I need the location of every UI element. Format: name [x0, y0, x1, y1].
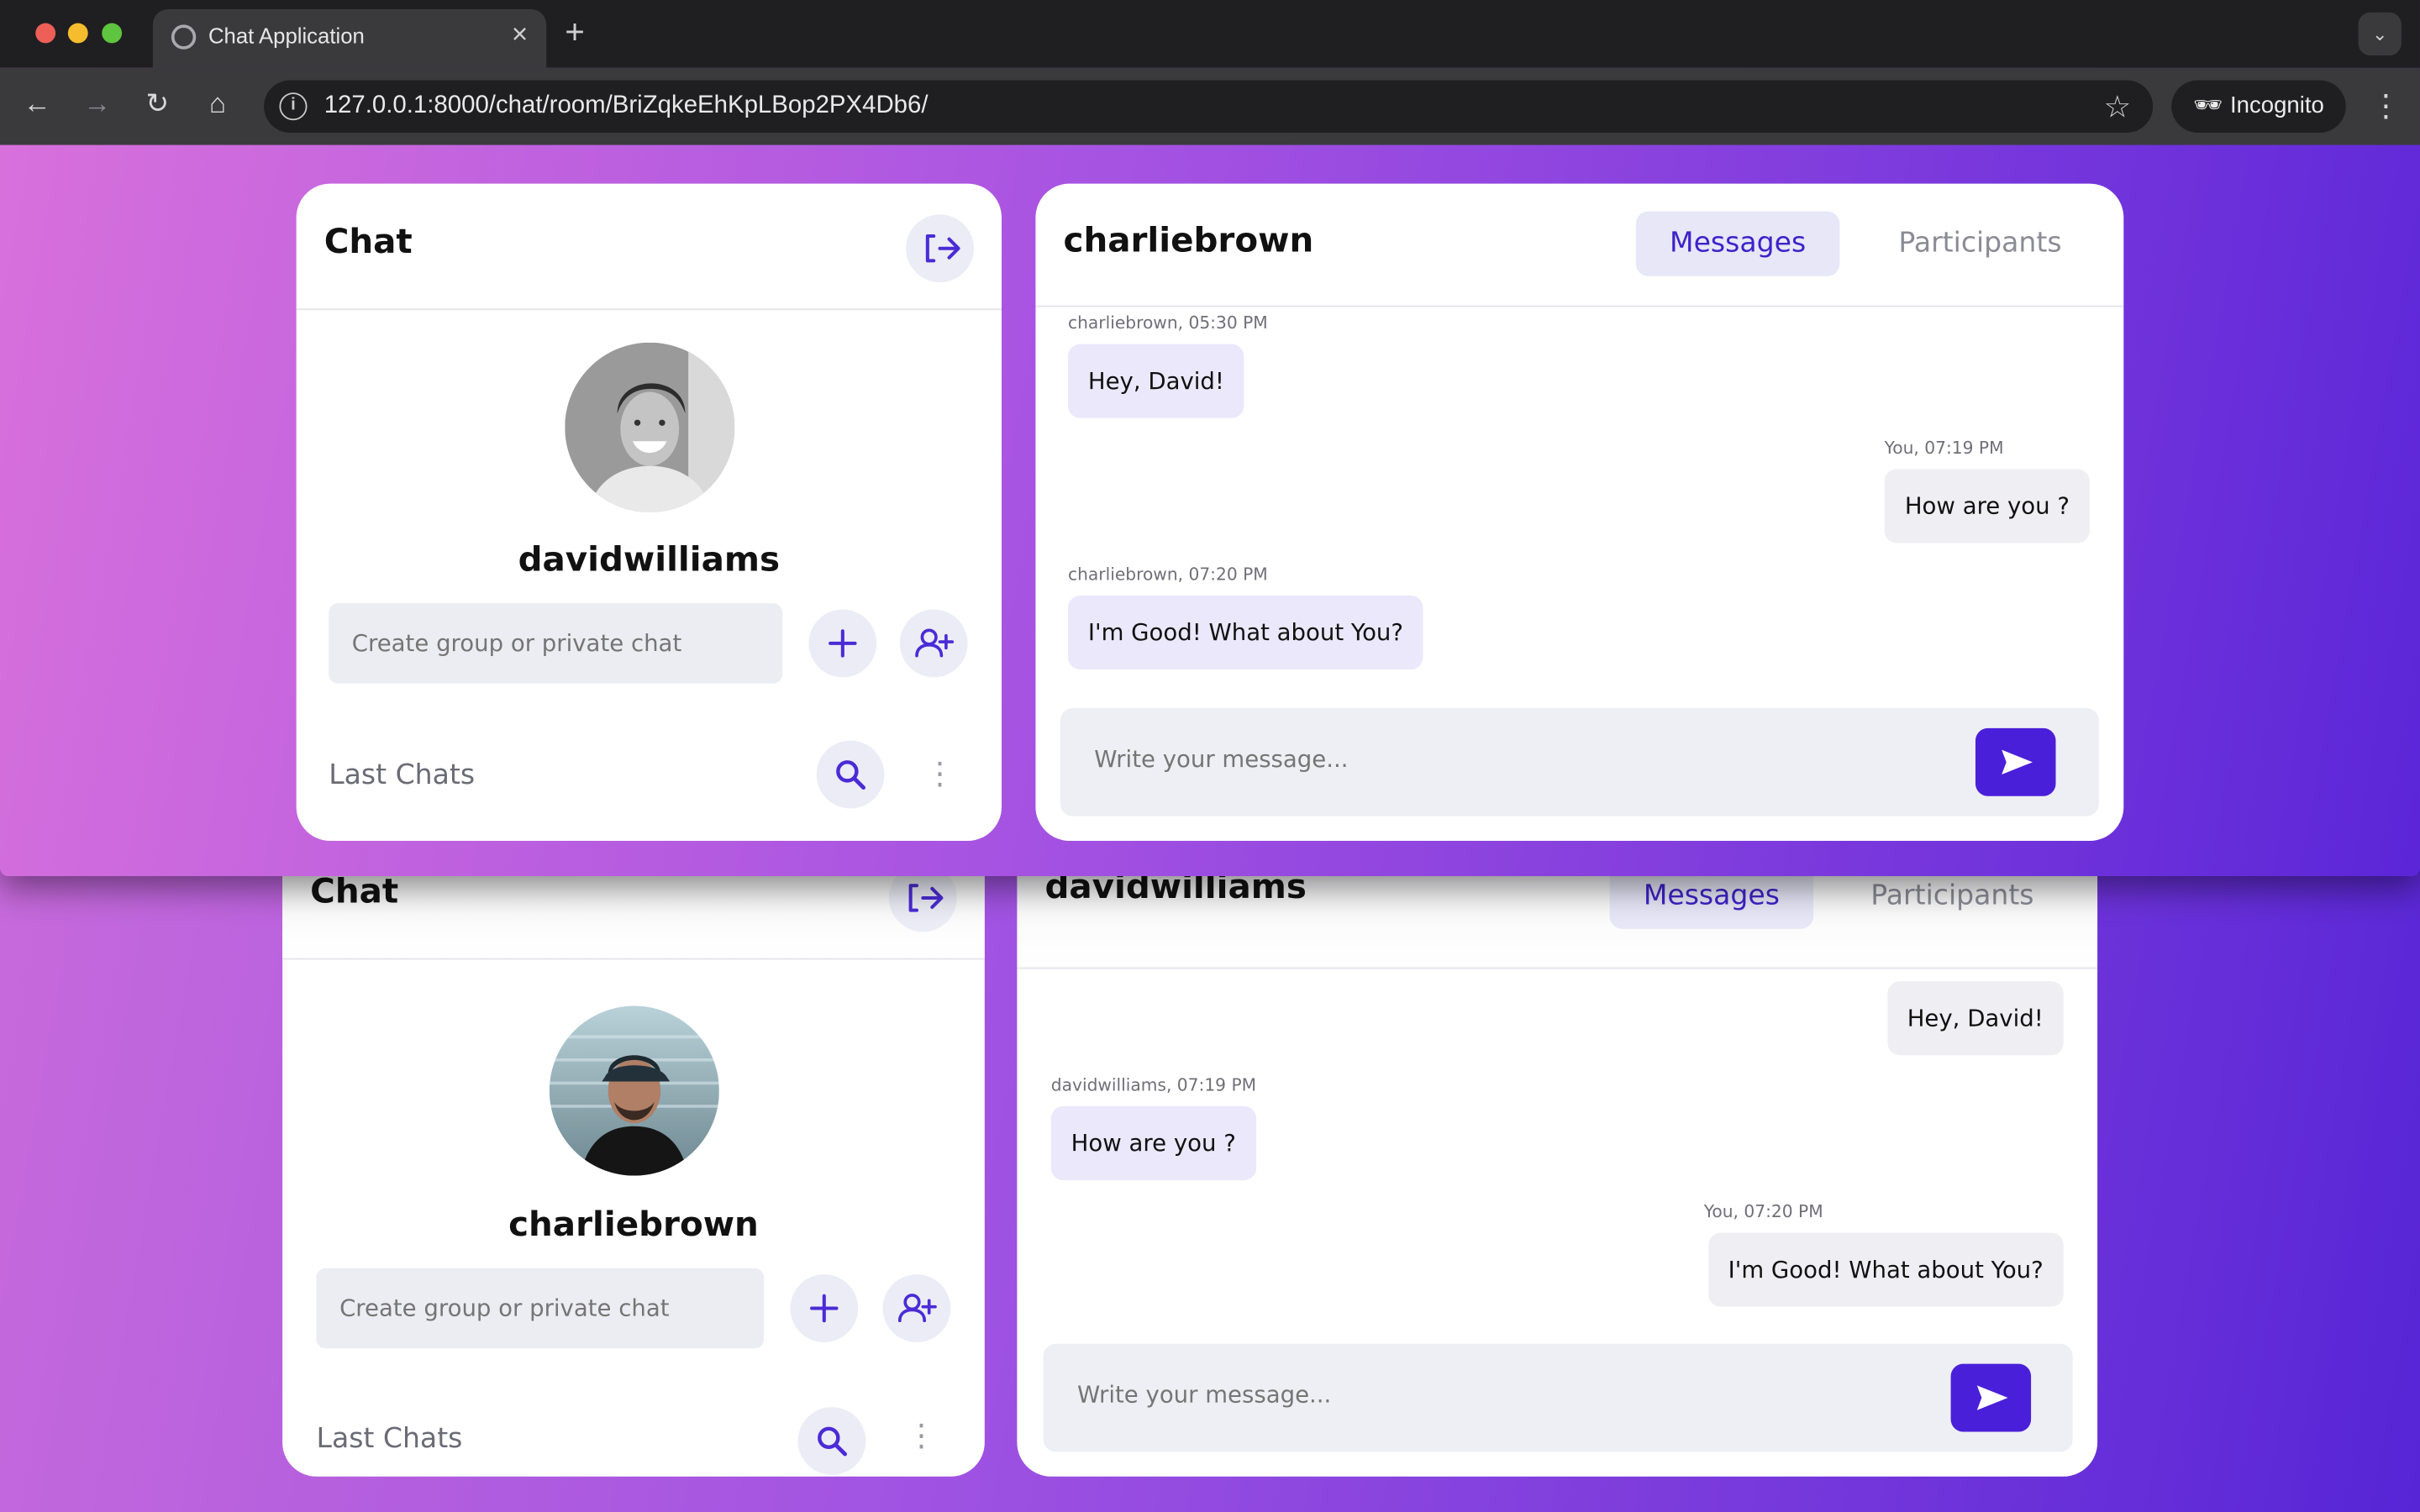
- back-add-chat-button[interactable]: [790, 1274, 859, 1342]
- message-bubble: Hey, David!: [1067, 344, 1244, 418]
- incognito-label: Incognito: [2230, 92, 2324, 119]
- tab-messages[interactable]: Messages: [1635, 211, 1840, 276]
- url-text: 127.0.0.1:8000/chat/room/BriZqkeEhKpLBop…: [324, 92, 929, 119]
- send-icon: [1976, 1385, 2008, 1410]
- search-button[interactable]: [816, 740, 885, 809]
- back-last-chats-label: Last Chats: [316, 1422, 463, 1456]
- plus-icon: [829, 629, 857, 658]
- user-avatar: [565, 342, 735, 512]
- incognito-icon: 🕶: [2192, 92, 2223, 119]
- browser-toolbar: ← → ↻ ⌂ i 127.0.0.1:8000/chat/room/BriZq…: [0, 67, 2420, 145]
- back-message-meta: davidwilliams, 07:19 PM: [1050, 1075, 1257, 1096]
- back-message-bubble: Hey, David!: [1886, 981, 2064, 1056]
- browser-menu-icon[interactable]: ⋮: [2370, 87, 2402, 125]
- plus-icon: [810, 1294, 839, 1323]
- back-chat-card: davidwilliams Messages Participants Hey,…: [1017, 802, 2098, 1477]
- message-input[interactable]: [1094, 745, 1866, 774]
- message-bubble: I'm Good! What about You?: [1067, 595, 1423, 670]
- search-icon: [818, 1426, 847, 1457]
- back-sidebar-card: Chat charliebrown Create group or privat…: [282, 802, 985, 1477]
- avatar-image: [549, 1005, 719, 1176]
- add-user-button[interactable]: [899, 609, 968, 678]
- close-window-button[interactable]: [35, 23, 56, 44]
- username: davidwilliams: [518, 541, 781, 580]
- message-meta: charliebrown, 07:20 PM: [1067, 564, 1268, 585]
- chat-header: charliebrown Messages Participants: [1035, 184, 2124, 307]
- message-composer: [1060, 708, 2099, 816]
- add-chat-button[interactable]: [808, 609, 877, 678]
- back-search-button[interactable]: [797, 1407, 866, 1475]
- forward-arrow-icon[interactable]: →: [79, 88, 116, 121]
- front-browser-window: Chat Application × + ⌄ ← → ↻ ⌂ i 127.0.0…: [0, 0, 2420, 876]
- globe-icon: [171, 24, 197, 50]
- home-icon[interactable]: ⌂: [199, 88, 236, 121]
- back-create-chat-input[interactable]: [316, 1268, 765, 1349]
- add-user-icon: [897, 1294, 937, 1323]
- app-area: Chat davidwilliams Create group or priva…: [0, 144, 2420, 876]
- reload-icon[interactable]: ↻: [139, 88, 176, 121]
- back-username: charliebrown: [508, 1206, 759, 1246]
- message-bubble: How are you ?: [1884, 469, 2090, 543]
- search-icon: [836, 760, 866, 790]
- back-message-bubble: I'm Good! What about You?: [1707, 1232, 2064, 1307]
- logout-button[interactable]: [906, 214, 974, 283]
- chat-title: charliebrown: [1063, 222, 1314, 261]
- address-bar[interactable]: i 127.0.0.1:8000/chat/room/BriZqkeEhKpLB…: [264, 80, 2154, 133]
- avatar-image: [565, 342, 735, 512]
- tab-bar: Chat Application × + ⌄: [0, 0, 2420, 68]
- maximize-window-button[interactable]: [102, 23, 123, 44]
- create-chat-input[interactable]: [329, 603, 783, 684]
- sidebar-header: Chat: [296, 184, 1002, 311]
- send-icon: [2002, 749, 2033, 775]
- back-arrow-icon[interactable]: ←: [18, 88, 55, 121]
- back-add-user-button[interactable]: [882, 1274, 951, 1342]
- logout-icon: [925, 234, 960, 263]
- browser-tab[interactable]: Chat Application ×: [152, 9, 547, 68]
- new-tab-button[interactable]: +: [565, 13, 585, 53]
- tab-participants[interactable]: Participants: [1870, 212, 2090, 276]
- incognito-badge[interactable]: 🕶 Incognito: [2171, 80, 2346, 133]
- sidebar-card: Chat davidwilliams Create group or priva…: [296, 183, 1002, 842]
- back-composer: [1043, 1343, 2073, 1452]
- back-message-input[interactable]: [1077, 1380, 1849, 1409]
- send-button[interactable]: [1975, 727, 2056, 796]
- tab-title: Chat Application: [208, 23, 365, 48]
- tab-search-button[interactable]: ⌄: [2358, 12, 2402, 56]
- back-sidebar-title: Chat: [310, 873, 399, 912]
- back-more-options-icon[interactable]: ⋮: [906, 1416, 937, 1453]
- back-message-bubble: How are you ?: [1050, 1105, 1256, 1181]
- message-meta: charliebrown, 05:30 PM: [1067, 312, 1268, 333]
- message-meta: You, 07:19 PM: [1884, 438, 2004, 459]
- bookmark-star-icon[interactable]: ☆: [2104, 88, 2132, 127]
- more-options-icon[interactable]: ⋮: [924, 754, 955, 791]
- minimize-window-button[interactable]: [67, 23, 88, 44]
- back-message-meta: You, 07:20 PM: [1703, 1201, 1823, 1222]
- sidebar-title: Chat: [324, 223, 413, 263]
- close-tab-icon[interactable]: ×: [512, 18, 528, 51]
- back-send-button[interactable]: [1950, 1363, 2032, 1432]
- add-user-icon: [915, 628, 955, 658]
- back-avatar: [549, 1005, 719, 1176]
- chat-card: charliebrown Messages Participants charl…: [1035, 183, 2124, 842]
- last-chats-label: Last Chats: [329, 759, 476, 792]
- site-info-icon[interactable]: i: [279, 92, 308, 121]
